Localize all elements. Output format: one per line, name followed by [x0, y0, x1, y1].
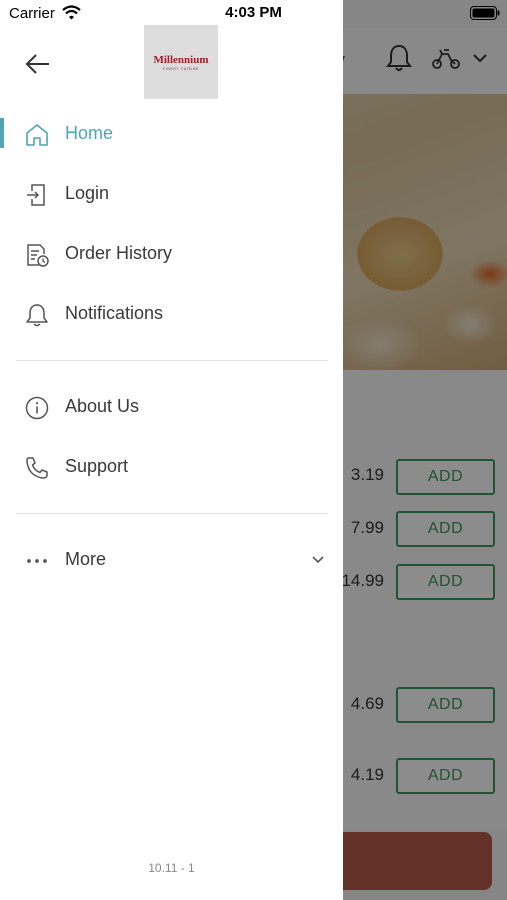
menu-item-order-history[interactable]: Order History	[0, 228, 343, 280]
chevron-down-icon[interactable]	[310, 552, 326, 568]
menu-item-notifications[interactable]: Notifications	[0, 288, 343, 340]
phone-icon	[26, 457, 48, 479]
menu-item-label: Home	[65, 123, 114, 143]
navigation-drawer: Millennium FINEST CUISINE Home Login Ord…	[0, 0, 343, 900]
menu-item-home[interactable]: Home	[0, 108, 343, 160]
logo-tagline: FINEST CUISINE	[163, 66, 199, 71]
divider	[16, 360, 328, 361]
back-arrow-icon[interactable]	[22, 48, 54, 80]
status-bar: Carrier 4:03 PM	[0, 0, 507, 28]
menu-item-support[interactable]: Support	[0, 441, 343, 493]
divider	[16, 513, 328, 514]
menu-item-about-us[interactable]: About Us	[0, 381, 343, 433]
info-icon	[25, 396, 49, 420]
menu-item-label: Notifications	[65, 303, 164, 323]
logo-name: Millennium	[153, 53, 209, 66]
menu-item-label: About Us	[65, 396, 140, 416]
menu-item-more[interactable]: More	[0, 534, 343, 586]
menu-item-label: Support	[65, 456, 129, 476]
app-version: 10.11 - 1	[148, 861, 195, 875]
menu-item-label: Login	[65, 183, 110, 203]
menu-item-label: Order History	[65, 243, 173, 263]
bell-icon	[26, 304, 48, 327]
active-indicator	[0, 118, 4, 148]
status-time: 4:03 PM	[225, 4, 282, 21]
ellipsis-icon	[27, 559, 47, 563]
menu-item-label: More	[65, 549, 107, 569]
menu-item-login[interactable]: Login	[0, 168, 343, 220]
order-history-icon	[27, 244, 49, 267]
restaurant-logo: Millennium FINEST CUISINE	[144, 25, 218, 99]
home-icon	[26, 124, 48, 146]
battery-icon	[470, 6, 500, 20]
login-icon	[27, 184, 45, 206]
